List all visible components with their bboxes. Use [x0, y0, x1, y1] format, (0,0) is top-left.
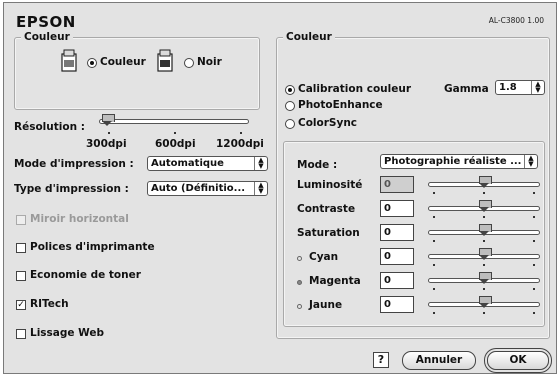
resolution-label: Résolution : [14, 121, 85, 133]
slider-tick [433, 264, 435, 266]
updown-arrows-icon: ▲ ▼ [524, 155, 537, 168]
color-mode-group [14, 37, 260, 110]
mode-select[interactable]: Photographie réaliste ... ▲ ▼ [380, 154, 538, 169]
gamma-select[interactable]: 1.8 ▲ ▼ [495, 80, 545, 95]
color-printer-icon [61, 49, 77, 72]
black-radio[interactable] [184, 58, 194, 68]
colorsync-radio[interactable] [285, 119, 295, 129]
ok-button[interactable]: OK [487, 351, 549, 370]
slider-tick [533, 288, 535, 290]
color-mode-group-title: Couleur [21, 31, 73, 43]
printer-fonts-checkbox[interactable] [16, 243, 26, 253]
slider-tick [533, 264, 535, 266]
adjustment-value-field[interactable]: 0 [380, 272, 414, 289]
adjustment-label: Jaune [309, 299, 343, 311]
web-smoothing-checkbox[interactable] [16, 329, 26, 339]
print-options-dialog: EPSON AL-C3800 1.00 Couleur Couleur Noir… [3, 2, 557, 374]
adjustment-label: Contraste [297, 203, 356, 215]
channel-marker-icon [297, 256, 302, 261]
mirror-checkbox-label: Miroir horizontal [30, 213, 129, 225]
adjustment-slider-thumb[interactable] [478, 272, 492, 284]
slider-tick [483, 288, 485, 290]
resolution-slider-track[interactable] [99, 119, 249, 124]
adjustment-value-field[interactable]: 0 [380, 200, 414, 217]
printer-model: AL-C3800 1.00 [488, 16, 544, 25]
adjustment-slider-thumb[interactable] [478, 224, 492, 236]
toner-saving-checkbox-label: Economie de toner [30, 269, 141, 281]
web-smoothing-checkbox-label: Lissage Web [30, 327, 105, 339]
slider-tick [483, 216, 485, 218]
print-type-label: Type d'impression : [14, 183, 129, 195]
ritech-checkbox-label: RITech [30, 298, 69, 310]
brand-logo: EPSON [16, 13, 76, 31]
slider-tick [533, 312, 535, 314]
slider-tick [433, 312, 435, 314]
mirror-checkbox[interactable] [16, 215, 26, 225]
adjustment-value-field[interactable]: 0 [380, 296, 414, 313]
adjustment-slider-thumb[interactable] [478, 248, 492, 260]
black-printer-icon [157, 49, 173, 72]
adjustment-label: Magenta [309, 275, 361, 287]
updown-arrows-icon: ▲ ▼ [254, 182, 267, 195]
print-mode-label: Mode d'impression : [14, 158, 134, 170]
ritech-checkbox[interactable]: ✓ [16, 300, 26, 310]
adjustment-value-field[interactable]: 0 [380, 176, 414, 193]
slider-tick [483, 240, 485, 242]
mode-label: Mode : [297, 159, 338, 171]
updown-arrows-icon: ▲ ▼ [254, 157, 267, 170]
resolution-slider-thumb[interactable] [102, 114, 115, 126]
print-mode-select[interactable]: Automatique ▲ ▼ [147, 156, 268, 171]
print-mode-value: Automatique [151, 158, 224, 169]
color-radio-label: Couleur [100, 56, 146, 68]
resolution-tick [108, 132, 110, 134]
updown-arrows-icon: ▲ ▼ [531, 81, 544, 94]
gamma-value: 1.8 [499, 82, 517, 93]
slider-tick [483, 264, 485, 266]
resolution-tick-300: 300dpi [86, 138, 127, 150]
color-radio[interactable] [87, 58, 97, 68]
calibration-radio[interactable] [285, 85, 295, 95]
print-type-value: Auto (Définitio... [151, 183, 246, 194]
adjustment-label: Cyan [309, 251, 339, 263]
photoenhance-radio-label: PhotoEnhance [298, 99, 383, 111]
check-mark-icon: ✓ [17, 300, 25, 310]
print-type-select[interactable]: Auto (Définitio... ▲ ▼ [147, 181, 268, 196]
colorsync-radio-label: ColorSync [298, 117, 358, 129]
resolution-tick [240, 132, 242, 134]
adjustment-slider-thumb[interactable] [478, 296, 492, 308]
cancel-button[interactable]: Annuler [402, 351, 476, 370]
slider-tick [433, 240, 435, 242]
adjustment-label: Luminosité [297, 179, 363, 191]
adjustment-value-field[interactable]: 0 [380, 248, 414, 265]
resolution-tick-1200: 1200dpi [216, 138, 264, 150]
slider-tick [433, 192, 435, 194]
toner-saving-checkbox[interactable] [16, 271, 26, 281]
slider-tick [533, 192, 535, 194]
channel-marker-icon [297, 304, 302, 309]
slider-tick [483, 192, 485, 194]
slider-tick [533, 216, 535, 218]
slider-tick [433, 216, 435, 218]
gamma-label: Gamma [444, 83, 489, 95]
channel-marker-icon [297, 280, 302, 285]
black-radio-label: Noir [197, 56, 222, 68]
slider-tick [533, 240, 535, 242]
adjustment-slider-thumb[interactable] [478, 200, 492, 212]
printer-fonts-checkbox-label: Polices d'imprimante [30, 241, 155, 253]
calibration-radio-label: Calibration couleur [298, 83, 412, 95]
adjustment-value-field[interactable]: 0 [380, 224, 414, 241]
slider-tick [483, 312, 485, 314]
adjustment-slider-thumb[interactable] [478, 176, 492, 188]
adjustment-label: Saturation [297, 227, 360, 239]
color-settings-group-title: Couleur [283, 31, 335, 43]
help-button[interactable]: ? [373, 352, 389, 368]
mode-value: Photographie réaliste ... [384, 156, 522, 167]
slider-tick [433, 288, 435, 290]
photoenhance-radio[interactable] [285, 101, 295, 111]
resolution-tick [174, 132, 176, 134]
resolution-tick-600: 600dpi [155, 138, 196, 150]
